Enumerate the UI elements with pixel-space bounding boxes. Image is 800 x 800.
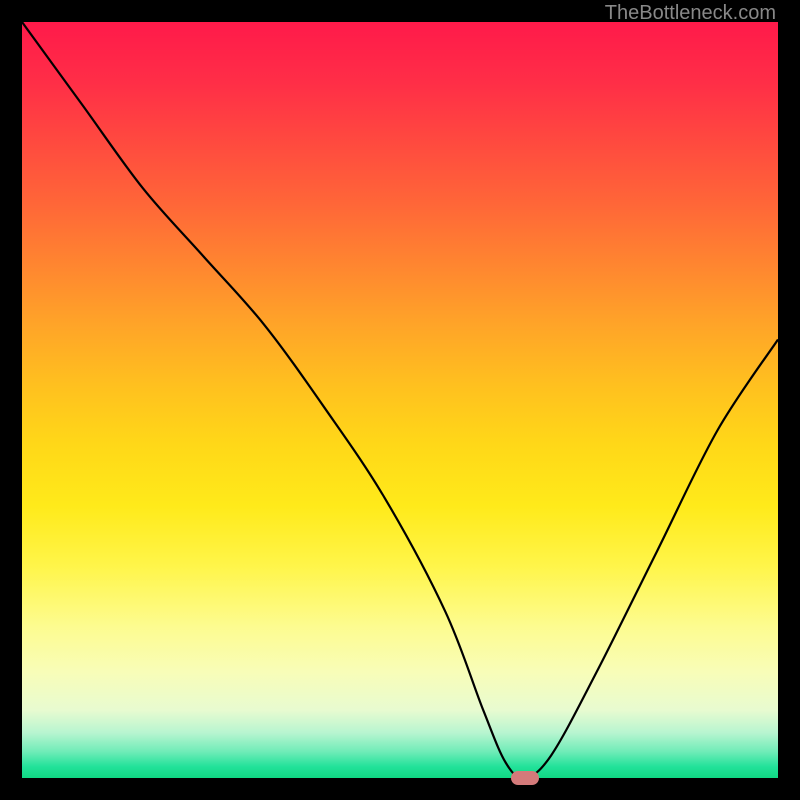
curve-path	[22, 22, 778, 778]
bottleneck-curve-svg	[22, 22, 778, 778]
optimal-marker	[511, 771, 539, 785]
watermark-text: TheBottleneck.com	[605, 2, 776, 25]
